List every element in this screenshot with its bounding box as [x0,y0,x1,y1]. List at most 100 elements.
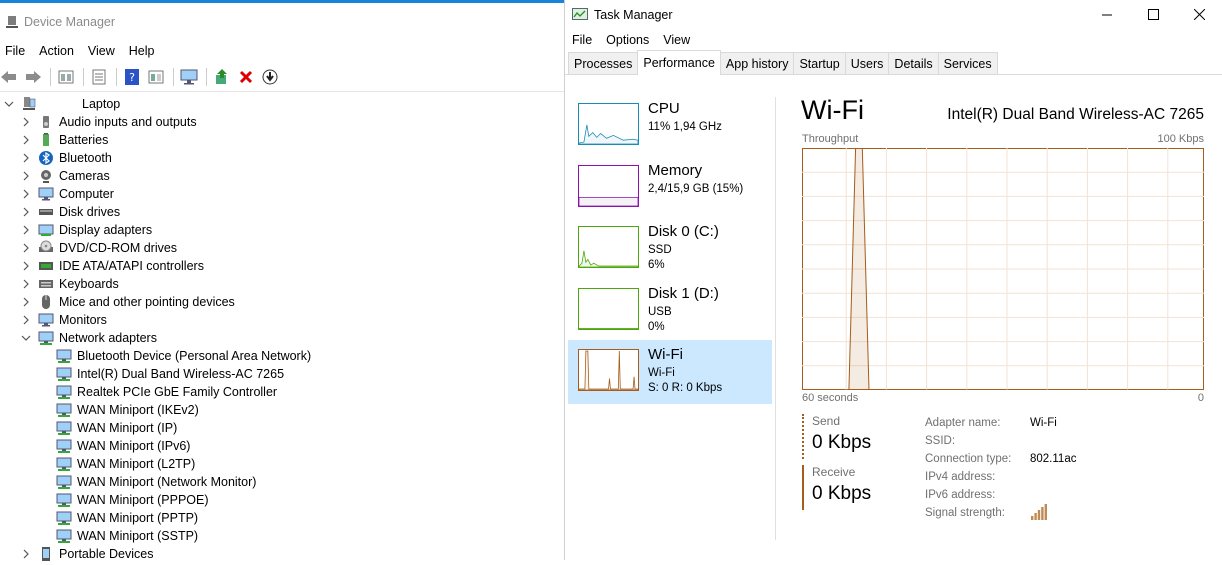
tm-menu-file[interactable]: File [572,33,592,47]
tab-processes[interactable]: Processes [568,52,638,74]
resource-memory[interactable]: Memory2,4/15,9 GB (15%) [568,156,772,220]
tree-item-label: WAN Miniport (PPTP) [77,509,198,527]
tree-device[interactable]: WAN Miniport (L2TP) [0,455,564,473]
tree-device[interactable]: WAN Miniport (IKEv2) [0,401,564,419]
tree-category[interactable]: Cameras [0,167,564,185]
maximize-button[interactable] [1130,0,1176,29]
tree-category[interactable]: Network adapters [0,329,564,347]
properties-icon[interactable] [57,68,75,86]
tree-device[interactable]: WAN Miniport (SSTP) [0,527,564,545]
chevron-right-icon[interactable] [20,188,32,200]
chevron-right-icon[interactable] [20,206,32,218]
minimize-button[interactable] [1084,0,1130,29]
tree-root-laptop[interactable]: Laptop [0,95,564,113]
tm-menu-view[interactable]: View [663,33,690,47]
resource-wi-fi[interactable]: Wi-FiWi-FiS: 0 R: 0 Kbps [568,340,772,404]
resource-disk-1-d[interactable]: Disk 1 (D:)USB0% [568,279,772,343]
network-icon [56,528,72,544]
resource-stat-2: 0% [648,321,665,333]
chevron-right-icon[interactable] [20,260,32,272]
property-key: SSID: [925,435,1030,447]
chevron-right-icon[interactable] [20,134,32,146]
update-driver-icon[interactable] [213,68,231,86]
property-key: Signal strength: [925,507,1030,519]
tree-item-label: Mice and other pointing devices [59,293,235,311]
tree-device[interactable]: WAN Miniport (IP) [0,419,564,437]
send-value: 0 Kbps [812,432,902,454]
tm-menu-options[interactable]: Options [606,33,649,47]
tree-category[interactable]: Mice and other pointing devices [0,293,564,311]
help-icon[interactable]: ? [123,68,141,86]
tree-category[interactable]: Portable Devices [0,545,564,563]
resource-disk-0-c[interactable]: Disk 0 (C:)SSD6% [568,217,772,281]
resources-icon[interactable] [147,68,165,86]
tree-category[interactable]: Batteries [0,131,564,149]
tm-menu-bar: File Options View [565,29,1222,51]
chevron-right-icon[interactable] [20,278,32,290]
list-icon[interactable] [90,68,108,86]
tree-device[interactable]: Intel(R) Dual Band Wireless-AC 7265 [0,365,564,383]
dm-menu-help[interactable]: Help [129,44,155,58]
tree-category[interactable]: Display adapters [0,221,564,239]
battery-icon [38,132,54,148]
resource-name: Disk 0 (C:) [648,223,719,240]
chevron-down-icon[interactable] [3,98,15,110]
back-icon[interactable] [0,68,18,86]
property-value [1030,504,1048,523]
close-button[interactable] [1176,0,1222,29]
chevron-right-icon[interactable] [20,314,32,326]
chevron-down-icon[interactable] [20,332,32,344]
property-key: Adapter name: [925,417,1030,429]
tree-item-label: Bluetooth [59,149,112,167]
dm-menu-view[interactable]: View [88,44,115,58]
chevron-right-icon[interactable] [20,224,32,236]
tab-details[interactable]: Details [888,52,938,74]
property-row: IPv4 address: [925,468,1076,486]
tree-category[interactable]: IDE ATA/ATAPI controllers [0,257,564,275]
signal-strength-icon [1030,504,1048,520]
tree-category[interactable]: Audio inputs and outputs [0,113,564,131]
mini-graph-line [579,351,638,390]
tree-device[interactable]: WAN Miniport (PPTP) [0,509,564,527]
tree-category[interactable]: Bluetooth [0,149,564,167]
dm-menu-file[interactable]: File [5,44,25,58]
tree-device[interactable]: WAN Miniport (Network Monitor) [0,473,564,491]
tab-performance[interactable]: Performance [637,50,721,75]
mini-graph-line [579,125,638,144]
chevron-right-icon[interactable] [20,170,32,182]
tree-category[interactable]: Keyboards [0,275,564,293]
toolbar-separator [173,68,174,86]
task-manager-window: Task Manager File Options View Processes… [565,0,1222,560]
tree-device[interactable]: Realtek PCIe GbE Family Controller [0,383,564,401]
device-manager-app-icon [5,15,19,29]
tab-startup[interactable]: Startup [793,52,845,74]
tree-category[interactable]: Monitors [0,311,564,329]
chevron-right-icon[interactable] [20,548,32,560]
tab-app-history[interactable]: App history [720,52,795,74]
chevron-right-icon[interactable] [20,152,32,164]
tree-device[interactable]: WAN Miniport (PPPOE) [0,491,564,509]
monitor-icon[interactable] [180,68,198,86]
dm-menu-action[interactable]: Action [39,44,74,58]
property-row: Connection type:802.11ac [925,450,1076,468]
tree-item-label: Audio inputs and outputs [59,113,197,131]
tree-item-label: WAN Miniport (IKEv2) [77,401,199,419]
resource-cpu[interactable]: CPU11% 1,94 GHz [568,94,772,158]
tree-category[interactable]: DVD/CD-ROM drives [0,239,564,257]
chevron-right-icon[interactable] [20,242,32,254]
property-key: Connection type: [925,453,1030,465]
tab-services[interactable]: Services [938,52,998,74]
tree-category[interactable]: Computer [0,185,564,203]
download-icon[interactable] [261,68,279,86]
resource-stat-1: 11% 1,94 GHz [648,121,722,133]
forward-icon[interactable] [24,68,42,86]
chevron-right-icon[interactable] [20,296,32,308]
tab-users[interactable]: Users [845,52,890,74]
monitor-icon [38,312,54,328]
uninstall-icon[interactable] [237,68,255,86]
tree-device[interactable]: WAN Miniport (IPv6) [0,437,564,455]
tree-item-label: Network adapters [59,329,157,347]
chevron-right-icon[interactable] [20,116,32,128]
tree-device[interactable]: Bluetooth Device (Personal Area Network) [0,347,564,365]
tree-category[interactable]: Disk drives [0,203,564,221]
